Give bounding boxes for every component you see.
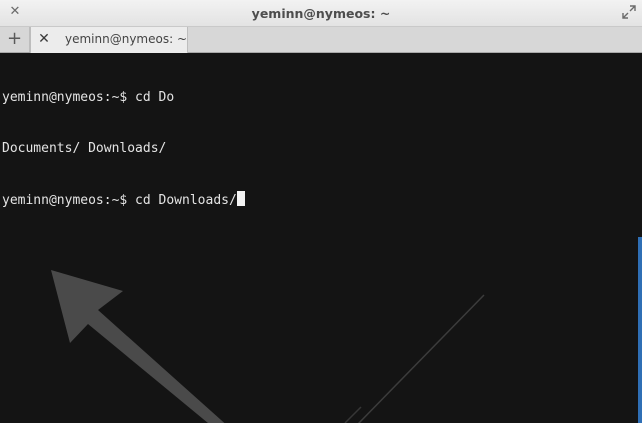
terminal-output[interactable]: yeminn@nymeos:~$ cd Do Documents/ Downlo… xyxy=(0,53,642,423)
window-title: yeminn@nymeos: ~ xyxy=(251,6,391,21)
terminal-line-prompt: yeminn@nymeos:~$ cd Downloads/ xyxy=(2,191,245,208)
terminal-window: ✕ yeminn@nymeos: ~ + ✕ yeminn@nymeos: ~ … xyxy=(0,0,642,423)
terminal-line-text: yeminn@nymeos:~$ cd Downloads/ xyxy=(2,193,237,208)
tab-label: yeminn@nymeos: ~ xyxy=(65,32,188,46)
terminal-line: Documents/ Downloads/ xyxy=(2,141,167,156)
scrollbar[interactable] xyxy=(638,237,642,423)
new-tab-button[interactable]: + xyxy=(0,27,30,52)
title-bar[interactable]: ✕ yeminn@nymeos: ~ xyxy=(0,0,642,27)
maximize-icon[interactable] xyxy=(622,5,636,19)
tab-close-icon[interactable]: ✕ xyxy=(36,30,52,48)
tab-bar: + ✕ yeminn@nymeos: ~ xyxy=(0,27,642,53)
text-cursor xyxy=(236,191,245,206)
terminal-lines: yeminn@nymeos:~$ cd Do Documents/ Downlo… xyxy=(2,55,245,242)
tab-home[interactable]: ✕ yeminn@nymeos: ~ xyxy=(30,27,188,53)
terminal-line: yeminn@nymeos:~$ cd Do xyxy=(2,90,175,105)
